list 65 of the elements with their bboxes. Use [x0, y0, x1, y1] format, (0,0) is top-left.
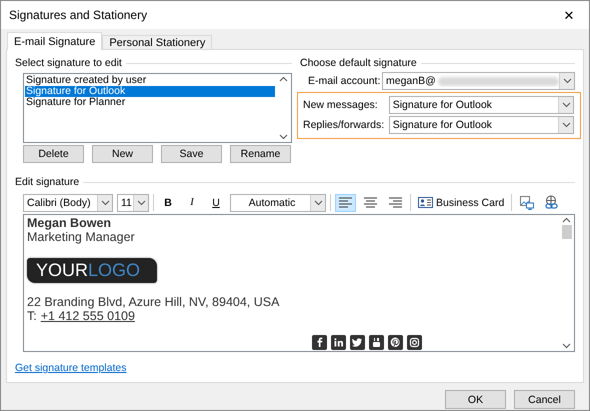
chevron-down-icon — [562, 78, 572, 84]
signature-list[interactable]: Signature created by user Signature for Outlook Signature for Planner — [23, 73, 292, 143]
align-button[interactable] — [335, 194, 356, 212]
chevron-down-icon — [100, 200, 110, 206]
tab[interactable]: E-mail Signature — [7, 32, 102, 50]
chevron-down-icon — [314, 200, 322, 206]
instagram-icon[interactable] — [407, 335, 422, 350]
align-left-icon — [338, 197, 353, 208]
section-heading: Edit signature — [15, 176, 80, 188]
list-item[interactable]: Signature for Outlook — [25, 86, 275, 97]
list-item[interactable]: Signature created by user — [25, 75, 275, 86]
font-dropdown[interactable]: Calibri (Body) — [23, 194, 113, 212]
signature-button[interactable]: Save — [161, 145, 222, 163]
scroll-down-icon — [279, 134, 288, 140]
phone-label: T: — [27, 309, 37, 323]
italic-button[interactable]: I — [182, 194, 202, 212]
business-card-button[interactable]: Business Card — [415, 194, 508, 212]
scroll-down-icon — [562, 343, 571, 349]
logo-text: YOUR — [36, 260, 88, 281]
list-item[interactable]: Signature for Planner — [25, 97, 275, 108]
size-dropdown[interactable]: 11 — [117, 194, 149, 212]
signature-button[interactable]: Delete — [23, 145, 84, 163]
account-value: meganB@ — [386, 75, 436, 87]
linkedin-icon[interactable] — [331, 335, 346, 350]
facebook-icon[interactable] — [312, 335, 327, 350]
phone-link[interactable]: +1 412 555 0109 — [40, 309, 135, 323]
templates-link[interactable]: Get signature templates — [15, 362, 126, 374]
signature-button[interactable]: New — [92, 145, 153, 163]
close-button[interactable]: ✕ — [549, 1, 589, 29]
bold-button[interactable]: B — [158, 194, 178, 212]
scroll-up-icon — [279, 76, 288, 82]
color-dropdown[interactable]: Automatic — [230, 194, 326, 212]
window-title: Signatures and Stationery — [9, 8, 148, 22]
scroll-up-icon — [562, 217, 571, 223]
pinterest-icon[interactable] — [388, 335, 403, 350]
chevron-down-icon — [136, 200, 146, 206]
account-dropdown[interactable]: meganB@ — [382, 72, 575, 90]
editor-scrollbar[interactable] — [559, 215, 574, 351]
dialog-button[interactable]: OK — [445, 390, 506, 409]
align-center-icon — [363, 197, 378, 208]
align-right-icon — [388, 197, 403, 208]
contact-card-icon — [418, 197, 433, 208]
section-heading: Choose default signature — [300, 57, 417, 69]
twitter-icon[interactable] — [350, 335, 365, 350]
signature-role: Marketing Manager — [27, 230, 136, 244]
field-label: E-mail account: — [308, 75, 382, 87]
scrollbar-thumb[interactable] — [562, 225, 572, 239]
chevron-down-icon — [562, 122, 570, 128]
underline-button[interactable]: U — [206, 194, 226, 212]
chevron-down-icon — [562, 102, 570, 108]
signature-dropdown[interactable]: Signature for Outlook — [388, 116, 574, 134]
signature-editor[interactable]: Megan Bowen Marketing Manager YOURLOGO 22 Branding Blvd, Azure Hill, NV, 89404, USA T: +1 412 555 0109 — [23, 214, 575, 352]
dialog-button[interactable]: Cancel — [514, 390, 575, 409]
tab[interactable]: Personal Stationery — [102, 35, 212, 50]
signature-button[interactable]: Rename — [230, 145, 291, 163]
youtube-icon[interactable] — [369, 335, 384, 350]
field-label: Replies/forwards: — [303, 119, 386, 131]
field-label: New messages: — [303, 99, 379, 111]
signature-address: 22 Branding Blvd, Azure Hill, NV, 89404, USA — [27, 295, 280, 309]
signature-name: Megan Bowen — [27, 216, 112, 230]
section-heading: Select signature to edit — [15, 57, 122, 69]
globe-link-icon — [544, 195, 560, 210]
signature-dropdown[interactable]: Signature for Outlook — [388, 96, 574, 114]
logo-text: LOGO — [88, 260, 140, 281]
picture-monitor-icon — [519, 195, 534, 210]
